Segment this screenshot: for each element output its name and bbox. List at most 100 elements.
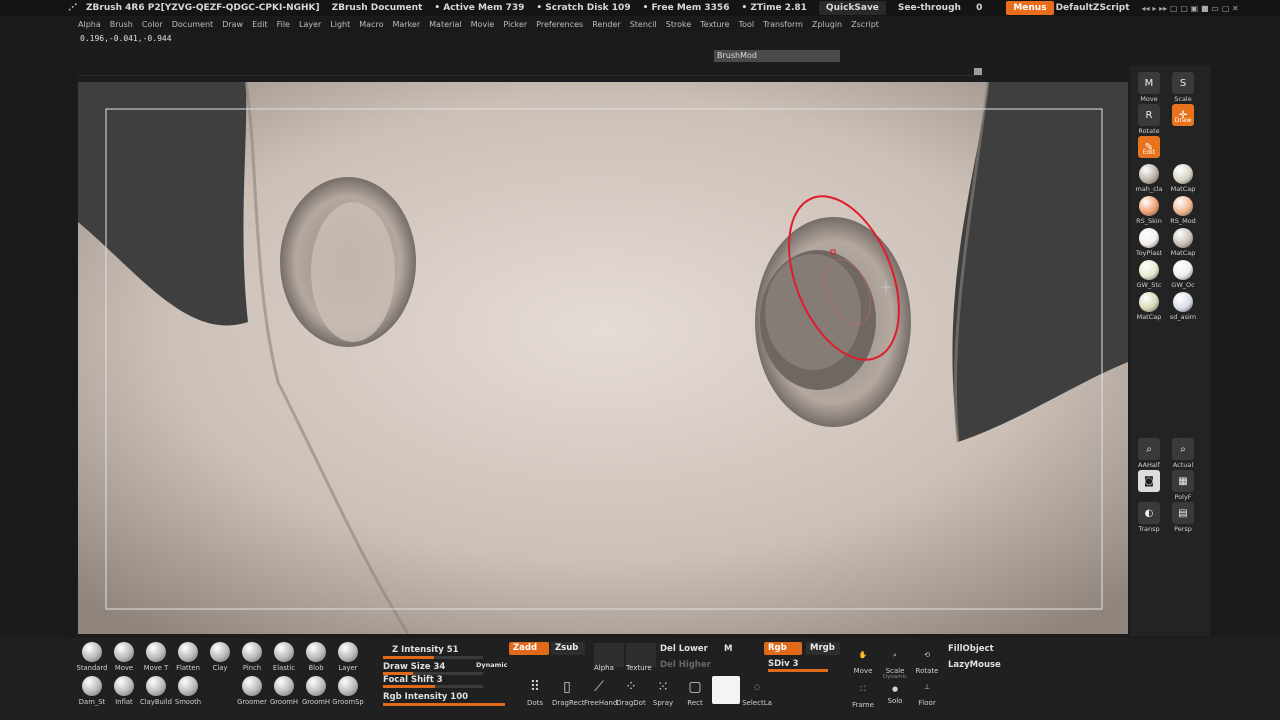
menu-item-macro[interactable]: Macro — [359, 20, 383, 29]
brush-groomh[interactable]: GroomH — [268, 676, 300, 706]
menu-item-layer[interactable]: Layer — [299, 20, 321, 29]
menus-button[interactable]: Menus — [1006, 1, 1054, 15]
nav-scale-button[interactable]: ⌕ Scale — [880, 644, 910, 676]
brush-claybuild[interactable]: ClayBuild — [140, 676, 172, 706]
m-button[interactable]: M — [724, 644, 732, 654]
persp-button[interactable]: ▤ Persp — [1169, 502, 1197, 533]
material-swatch[interactable]: MatCap — [1135, 292, 1163, 321]
stroke-dots[interactable]: ⠿ Dots — [520, 676, 550, 707]
brush-elastic[interactable]: Elastic — [268, 642, 300, 672]
menu-item-edit[interactable]: Edit — [252, 20, 268, 29]
polyf-button[interactable]: ▦ PolyF — [1169, 470, 1197, 501]
zsub-button[interactable]: Zsub — [551, 642, 585, 655]
solo-button[interactable]: ● Solo — [880, 682, 910, 705]
menu-item-alpha[interactable]: Alpha — [78, 20, 101, 29]
menu-item-movie[interactable]: Movie — [471, 20, 495, 29]
scale-button[interactable]: S Scale — [1169, 72, 1197, 103]
lazymouse-button[interactable]: LazyMouse — [948, 660, 1001, 670]
menu-item-zplugin[interactable]: Zplugin — [812, 20, 842, 29]
material-swatch[interactable]: ToyPlast — [1135, 228, 1163, 257]
brushmod-slider[interactable]: BrushMod — [714, 50, 840, 62]
draw-button[interactable]: ✛ Draw — [1169, 104, 1197, 135]
actual-button[interactable]: ⌕ Actual — [1169, 438, 1197, 469]
brush-layer[interactable]: Layer — [332, 642, 364, 672]
menu-item-picker[interactable]: Picker — [503, 20, 527, 29]
see-through-slider[interactable]: See-through 0 — [898, 3, 994, 13]
brush-blob[interactable]: Blob — [300, 642, 332, 672]
brush-move[interactable]: Move — [108, 642, 140, 672]
menu-item-draw[interactable]: Draw — [222, 20, 243, 29]
material-swatch[interactable]: RS_Mod — [1169, 196, 1197, 225]
rgb-button[interactable]: Rgb — [764, 642, 802, 655]
material-swatch[interactable]: GW_Oc — [1169, 260, 1197, 289]
right-tray-edge[interactable] — [1212, 66, 1222, 636]
del-higher-button[interactable]: Del Higher — [660, 660, 711, 670]
brush-inflat[interactable]: Inflat — [108, 676, 140, 706]
sdiv-track[interactable] — [768, 669, 828, 672]
menu-item-preferences[interactable]: Preferences — [536, 20, 583, 29]
brush-pinch[interactable]: Pinch — [236, 642, 268, 672]
menu-item-light[interactable]: Light — [330, 20, 350, 29]
material-swatch[interactable]: MatCap — [1169, 164, 1197, 193]
focal-shift-track[interactable] — [383, 685, 483, 688]
brush-smooth[interactable]: Smooth — [172, 676, 204, 706]
fillobject-button[interactable]: FillObject — [948, 644, 994, 654]
edit-button[interactable]: ✎ Edit — [1135, 136, 1163, 167]
menu-item-texture[interactable]: Texture — [700, 20, 729, 29]
nav-rotate-button[interactable]: ⟲ Rotate — [912, 644, 942, 675]
rotate-button[interactable]: R Rotate — [1135, 104, 1163, 135]
stroke-dragdot[interactable]: ⁘ DragDot — [616, 676, 646, 707]
focal-shift-slider[interactable]: Focal Shift 3 — [383, 675, 443, 685]
menu-item-stroke[interactable]: Stroke — [666, 20, 692, 29]
draw-size-slider[interactable]: Draw Size 34 — [383, 662, 445, 672]
stroke-spray[interactable]: ⁙ Spray — [648, 676, 678, 707]
menu-item-zscript[interactable]: Zscript — [851, 20, 879, 29]
menu-item-marker[interactable]: Marker — [392, 20, 420, 29]
brush-groomsp[interactable]: GroomSp — [332, 676, 364, 706]
mrgb-button[interactable]: Mrgb — [806, 642, 840, 655]
document-canvas[interactable] — [78, 82, 1128, 634]
z-intensity-slider[interactable]: Z Intensity 51 — [392, 645, 459, 655]
menu-item-file[interactable]: File — [277, 20, 290, 29]
material-swatch[interactable]: MatCap — [1169, 228, 1197, 257]
zadd-button[interactable]: Zadd — [509, 642, 549, 655]
menu-item-stencil[interactable]: Stencil — [630, 20, 657, 29]
menu-item-document[interactable]: Document — [172, 20, 213, 29]
brush-move-t[interactable]: Move T — [140, 642, 172, 672]
sdiv-slider[interactable]: SDiv 3 — [768, 659, 799, 669]
menu-item-color[interactable]: Color — [142, 20, 163, 29]
brush-flatten[interactable]: Flatten — [172, 642, 204, 672]
menu-item-tool[interactable]: Tool — [739, 20, 755, 29]
menu-item-material[interactable]: Material — [429, 20, 462, 29]
rgb-intensity-slider[interactable]: Rgb Intensity 100 — [383, 692, 468, 702]
brush-dam-st[interactable]: Dam_St — [76, 676, 108, 706]
nav-move-button[interactable]: ✋ Move — [848, 644, 878, 675]
left-tray-edge[interactable] — [64, 66, 76, 636]
window-controls-icon[interactable]: ◂◂ ▸ ▸▸ ▢ ▢ ▣ ■ ▭ ▢ ✕ — [1142, 4, 1239, 13]
brush-groomh[interactable]: GroomH — [300, 676, 332, 706]
brush-clay[interactable]: Clay — [204, 642, 236, 672]
material-swatch[interactable]: GW_Stc — [1135, 260, 1163, 289]
camera-button[interactable]: ◙ — [1135, 470, 1163, 493]
shelf-handle[interactable] — [974, 68, 982, 75]
move-button[interactable]: M Move — [1135, 72, 1163, 103]
quicksave-button[interactable]: QuickSave — [818, 1, 886, 15]
selectla-button[interactable]: ◌ SelectLa — [742, 676, 772, 707]
menu-item-brush[interactable]: Brush — [110, 20, 133, 29]
stroke-freehand[interactable]: ⟋ FreeHand — [584, 676, 617, 707]
dynamic-toggle[interactable]: Dynamic — [476, 661, 508, 669]
material-swatch[interactable]: sd_asim — [1169, 292, 1197, 321]
aahalf-button[interactable]: ⌕ AAHalf — [1135, 438, 1163, 469]
frame-button[interactable]: ⛶ Frame — [848, 678, 878, 710]
brush-standard[interactable]: Standard — [76, 642, 108, 672]
rgb-intensity-track[interactable] — [383, 703, 505, 706]
stroke-dragrect[interactable]: ▯ DragRect — [552, 676, 584, 707]
default-zscript-button[interactable]: DefaultZScript — [1056, 3, 1130, 13]
floor-button[interactable]: ⊥ Floor — [912, 676, 942, 707]
brush-groomer[interactable]: Groomer — [236, 676, 268, 706]
stroke-rect[interactable]: ▢ Rect — [680, 676, 710, 707]
del-lower-button[interactable]: Del Lower — [660, 644, 708, 654]
menu-item-render[interactable]: Render — [592, 20, 620, 29]
material-swatch[interactable]: mah_cla — [1135, 164, 1163, 193]
color-swatch[interactable] — [712, 676, 740, 704]
